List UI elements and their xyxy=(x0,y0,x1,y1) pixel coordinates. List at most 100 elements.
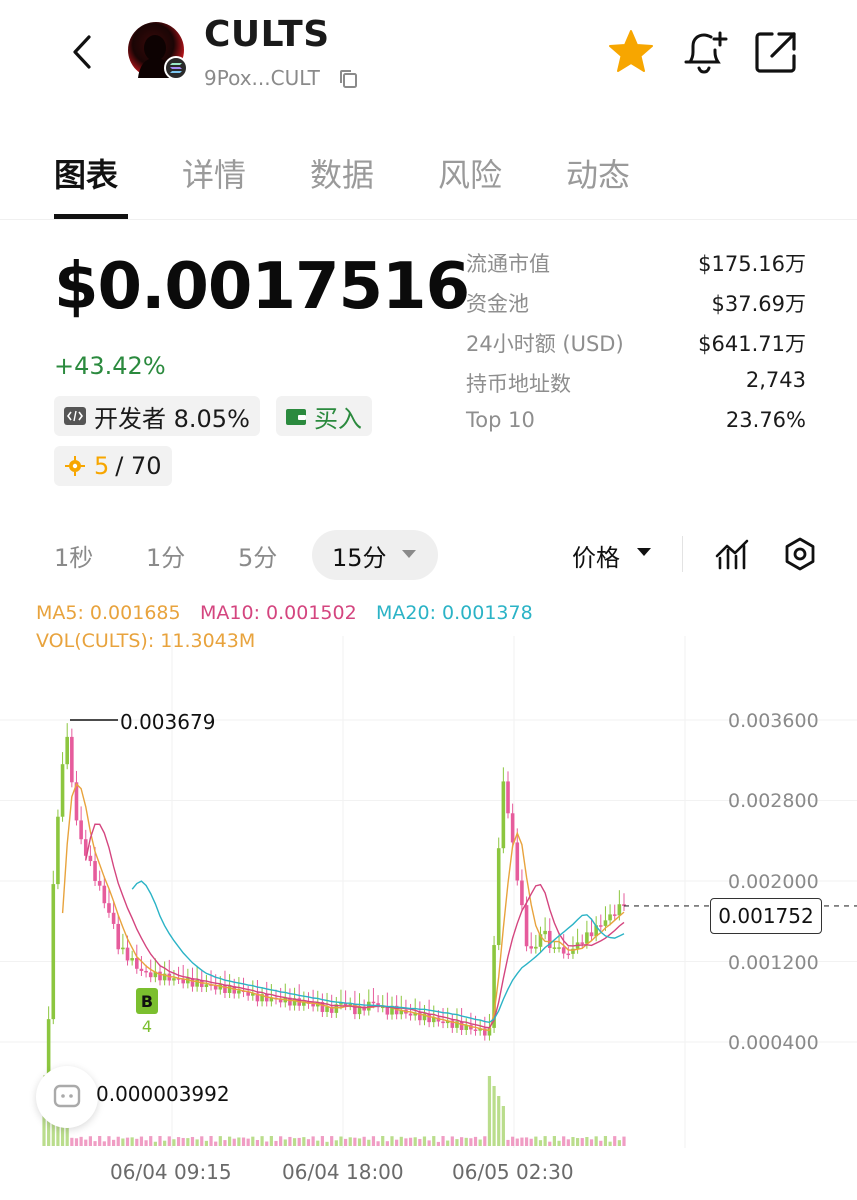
volume-bar xyxy=(195,1139,199,1146)
volume-bar xyxy=(511,1136,515,1146)
candle xyxy=(441,1021,445,1024)
buy-chip-label: 买入 xyxy=(314,404,362,433)
volume-bar xyxy=(125,1137,130,1146)
candle xyxy=(88,855,93,862)
y-tick-label: 0.000400 xyxy=(728,1032,819,1054)
volume-bar xyxy=(190,1136,195,1146)
stat-value: 2,743 xyxy=(745,368,806,392)
volume-bar xyxy=(534,1136,538,1146)
volume-bar xyxy=(464,1137,468,1146)
volume-bar xyxy=(418,1138,422,1146)
volume-bar xyxy=(181,1137,185,1146)
volume-bar xyxy=(42,1116,46,1146)
token-name: CULTS xyxy=(204,14,330,55)
volume-bar xyxy=(260,1136,264,1146)
volume-bar xyxy=(469,1138,473,1146)
settings-icon[interactable] xyxy=(782,536,818,572)
candle xyxy=(237,990,241,994)
buy-chip[interactable]: 买入 xyxy=(276,396,372,436)
volume-bar xyxy=(362,1136,366,1146)
candle xyxy=(93,861,97,881)
interval-15m[interactable]: 15分 xyxy=(332,538,387,573)
developer-chip[interactable]: 开发者 8.05% xyxy=(54,396,260,436)
candle xyxy=(612,914,617,916)
stat-label: 资金池 xyxy=(466,292,529,316)
tab-active-indicator xyxy=(54,214,128,219)
candle xyxy=(60,764,65,817)
candle xyxy=(496,848,501,946)
volume-bar xyxy=(98,1136,102,1146)
volume-bar xyxy=(274,1140,278,1146)
floating-chat-button[interactable] xyxy=(36,1066,98,1128)
volume-bar xyxy=(571,1137,575,1146)
volume-bar xyxy=(279,1136,283,1146)
volume-bar xyxy=(367,1139,371,1146)
tab-activity[interactable]: 动态 xyxy=(566,150,630,196)
volume-bar xyxy=(381,1136,385,1146)
candle xyxy=(97,880,102,886)
candle xyxy=(473,1029,478,1031)
back-button[interactable] xyxy=(62,30,102,74)
volume-bar xyxy=(306,1139,311,1146)
tab-chart[interactable]: 图表 xyxy=(54,150,118,196)
volume-bar xyxy=(84,1139,88,1146)
candle xyxy=(501,781,506,849)
volume-bar xyxy=(585,1137,589,1146)
candle xyxy=(125,947,130,961)
score-chip[interactable]: 5 / 70 xyxy=(54,446,172,486)
volume-bar xyxy=(269,1136,273,1146)
candle xyxy=(515,842,520,881)
volume-bar xyxy=(506,1139,510,1146)
volume-bar xyxy=(576,1138,580,1146)
tab-risk[interactable]: 风险 xyxy=(438,150,502,196)
chat-icon xyxy=(53,1084,81,1108)
volume-bar xyxy=(292,1138,297,1146)
volume-bar xyxy=(371,1136,376,1146)
volume-bar xyxy=(121,1138,125,1146)
volume-bar xyxy=(589,1139,594,1146)
share-icon[interactable] xyxy=(750,26,802,78)
volume-bar xyxy=(427,1140,431,1146)
volume-bar xyxy=(557,1140,561,1146)
volume-bar xyxy=(153,1141,157,1146)
stat-liquidity: 资金池 $37.69万 xyxy=(466,284,806,324)
bell-add-icon[interactable] xyxy=(678,26,730,78)
candle xyxy=(107,903,111,913)
volume-bar xyxy=(339,1136,343,1146)
volume-bar xyxy=(70,1137,74,1146)
copy-icon[interactable] xyxy=(338,68,360,90)
tab-data[interactable]: 数据 xyxy=(310,150,374,196)
volume-bar xyxy=(529,1138,533,1146)
volume-bar xyxy=(265,1141,269,1146)
indicator-icon[interactable] xyxy=(714,536,750,572)
tab-details[interactable]: 详情 xyxy=(182,150,246,196)
volume-bar xyxy=(344,1138,348,1146)
caret-down-icon xyxy=(637,548,651,556)
volume-bar xyxy=(497,1096,501,1146)
stat-label: Top 10 xyxy=(466,408,535,432)
volume-bar xyxy=(390,1136,394,1146)
candle xyxy=(325,1006,329,1012)
candle xyxy=(617,904,622,916)
candle xyxy=(520,880,524,906)
volume-bar xyxy=(330,1136,334,1146)
candle xyxy=(311,1003,315,1007)
y-tick-label: 0.002800 xyxy=(728,790,819,812)
volume-bar xyxy=(501,1106,505,1146)
candle xyxy=(116,923,121,950)
candle xyxy=(144,970,148,973)
volume-bar xyxy=(353,1137,357,1146)
interval-5m[interactable]: 5分 xyxy=(238,538,277,573)
volume-bar xyxy=(520,1137,524,1146)
volume-bar xyxy=(223,1140,227,1146)
candle xyxy=(524,905,529,947)
star-icon[interactable] xyxy=(606,28,656,76)
interval-1m[interactable]: 1分 xyxy=(146,538,185,573)
buy-marker-count: 4 xyxy=(142,1017,152,1036)
interval-1s[interactable]: 1秒 xyxy=(54,538,93,573)
volume-bar xyxy=(617,1140,621,1146)
volume-bar xyxy=(218,1136,222,1146)
price-mode-selector[interactable]: 价格 xyxy=(572,538,620,573)
candle xyxy=(599,925,603,927)
volume-bar xyxy=(311,1136,315,1146)
